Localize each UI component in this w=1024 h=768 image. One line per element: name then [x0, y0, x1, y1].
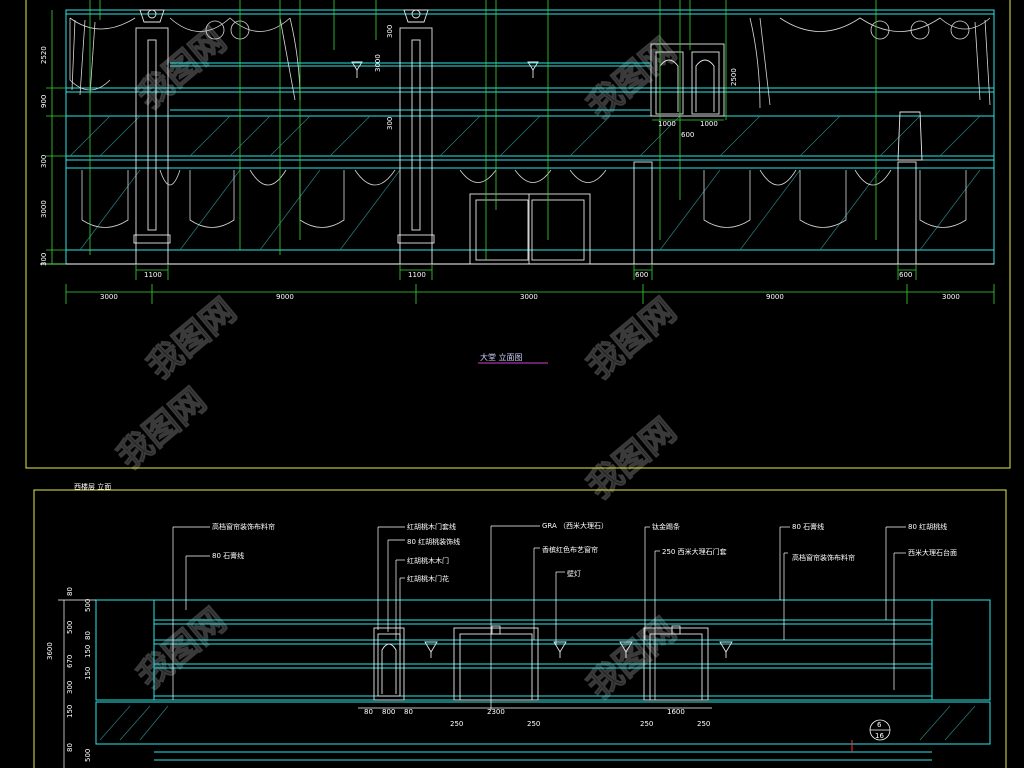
watermark-6: 我图网 — [580, 411, 684, 507]
upper-drawing-title: 大堂 立面图 — [480, 352, 523, 362]
detail-marker: 6 16 — [851, 719, 891, 752]
col-dim-3: 600 — [635, 271, 648, 279]
callout-plaster-right: 80 石膏线 — [792, 522, 824, 531]
inner-dim-1: 300 — [386, 25, 394, 38]
callout-walnut-line: 80 红胡桃装饰线 — [407, 537, 460, 546]
svg-text:250: 250 — [450, 720, 463, 728]
inner-dim-2: 3000 — [374, 54, 382, 72]
svg-text:80: 80 — [364, 708, 373, 716]
glass-entry-door — [469, 193, 591, 265]
col-dim-4: 600 — [899, 271, 912, 279]
svg-text:150: 150 — [66, 705, 74, 718]
col-dim-2: 1100 — [408, 271, 426, 279]
hatch-band — [69, 115, 981, 251]
door-dim-2: 1000 — [700, 120, 718, 128]
watermark-layer: 我图网 我图网 我图网 我图网 我图网 我图网 我图网 我图网 — [109, 20, 684, 707]
svg-text:300: 300 — [66, 681, 74, 694]
marble-door-1 — [453, 625, 539, 701]
callout-titanium-strip: 钛金踢条 — [652, 522, 680, 531]
watermark-5: 我图网 — [110, 381, 214, 477]
column-left — [133, 9, 171, 265]
vdim-4: 3000 — [40, 200, 48, 218]
watermark-3: 我图网 — [140, 291, 244, 387]
callout-champagne-curtain: 香槟红色布艺窗帘 — [542, 545, 598, 554]
column-dim-lines — [135, 264, 917, 280]
svg-text:250: 250 — [697, 720, 710, 728]
vdim-2: 900 — [40, 95, 48, 108]
svg-text:500: 500 — [66, 621, 74, 634]
door-dim-3: 600 — [681, 131, 694, 139]
vdim-3: 300 — [40, 155, 48, 168]
svg-text:800: 800 — [382, 708, 395, 716]
watermark-7: 我图网 — [130, 601, 234, 697]
vdim-1: 2520 — [40, 46, 48, 64]
hdim-5: 3000 — [942, 293, 960, 301]
callout-door-flower: 红胡桃木门花 — [407, 574, 449, 583]
hdim-2: 9000 — [276, 293, 294, 301]
callout-door-trim: 红胡桃木门套线 — [407, 522, 456, 531]
svg-text:80: 80 — [404, 708, 413, 716]
svg-text:670: 670 — [66, 655, 74, 668]
svg-text:80: 80 — [66, 587, 74, 596]
hdim-1: 3000 — [100, 293, 118, 301]
hdim-4: 9000 — [766, 293, 784, 301]
callout-curtain-left: 高档窗帘装饰布料帘 — [212, 522, 275, 531]
door-dim-1: 1000 — [658, 120, 676, 128]
left-dim-line — [46, 10, 66, 265]
watermark-1: 我图网 — [130, 21, 234, 117]
watermark-2: 我图网 — [580, 31, 684, 127]
svg-text:150: 150 — [84, 667, 92, 680]
callout-gra: GRA （西米大理石） — [542, 521, 608, 530]
left-dim-labels: 80 500 500 80 150 670 150 300 150 80 500 — [66, 587, 92, 762]
curtain-right — [749, 17, 991, 109]
festoon-row — [81, 169, 967, 228]
svg-text:2300: 2300 — [487, 708, 505, 716]
watermark-8: 我图网 — [580, 611, 684, 707]
col-dim-1: 1100 — [144, 271, 162, 279]
svg-text:250: 250 — [527, 720, 540, 728]
lower-panels — [153, 600, 933, 701]
lower-drawing-title: 西楼层 立面 — [74, 482, 111, 491]
svg-text:150: 150 — [84, 645, 92, 658]
pilaster-right-1 — [633, 161, 653, 265]
callout-plaster-left: 80 石膏线 — [212, 551, 244, 560]
svg-text:1600: 1600 — [667, 708, 685, 716]
callout-walnut-right: 80 红胡桃线 — [908, 522, 947, 531]
callout-marble-door-frame: 250 西米大理石门套 — [662, 547, 727, 556]
callout-wall-lamp: 壁灯 — [567, 569, 581, 578]
svg-text:500: 500 — [84, 599, 92, 612]
callout-walnut-door: 红胡桃木木门 — [407, 556, 449, 565]
detail-mark-top: 6 — [877, 721, 882, 729]
total-height-dim: 3600 — [46, 642, 54, 660]
inner-dim-4: 2500 — [730, 68, 738, 86]
vdim-5: 300 — [40, 253, 48, 266]
cad-canvas: 我图网 我图网 我图网 我图网 我图网 我图网 我图网 我图网 2520 900… — [25, 0, 1011, 768]
svg-text:80: 80 — [84, 631, 92, 640]
callout-curtain-right: 高档窗帘装饰布料帘 — [792, 553, 855, 562]
bottom-dim-labels: 80 800 80 250 2300 250 250 1600 250 — [364, 708, 710, 728]
inner-dim-3: 300 — [386, 117, 394, 130]
svg-text:250: 250 — [640, 720, 653, 728]
callout-marble-top: 西米大理石台面 — [908, 548, 957, 557]
hdim-3: 3000 — [520, 293, 538, 301]
svg-text:500: 500 — [84, 749, 92, 762]
svg-text:80: 80 — [66, 743, 74, 752]
column-mid — [397, 9, 435, 265]
watermark-4: 我图网 — [580, 291, 684, 387]
detail-mark-bottom: 16 — [875, 732, 884, 740]
